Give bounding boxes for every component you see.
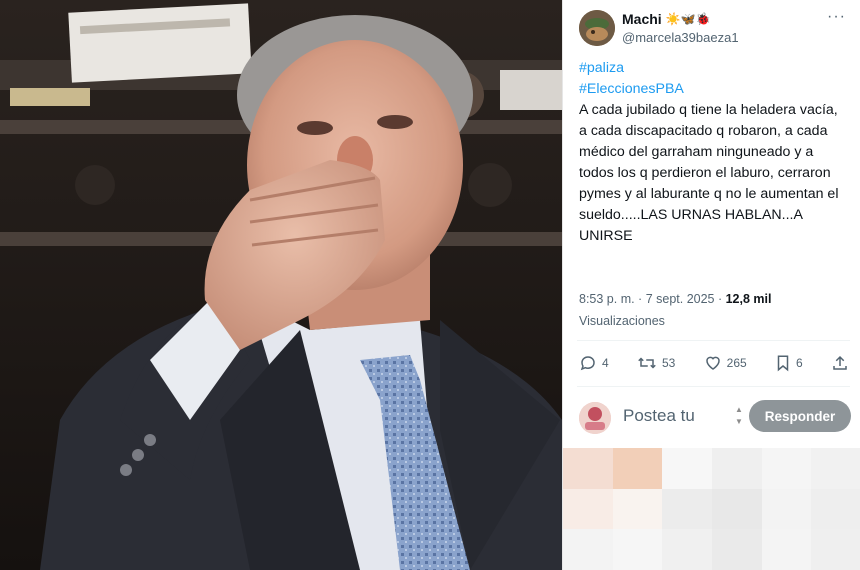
reply-count: 4 [602, 356, 609, 370]
blurred-replies [563, 448, 860, 570]
author-emojis: ☀️🦋🐞 [665, 12, 711, 26]
author-name[interactable]: Machi [622, 11, 662, 27]
user-avatar[interactable] [579, 402, 611, 434]
author-avatar[interactable] [579, 10, 615, 46]
share-action[interactable] [831, 354, 849, 372]
blur-tile [662, 529, 712, 570]
bookmark-count: 6 [795, 356, 803, 370]
more-options-icon[interactable]: ··· [827, 8, 846, 26]
blur-tile [761, 448, 812, 489]
divider [577, 386, 850, 387]
tweet-meta: 8:53 p. m. · 7 sept. 2025 · 12,8 mil Vis… [579, 288, 849, 332]
like-action[interactable]: 265 [704, 354, 747, 372]
blur-tile [612, 488, 663, 530]
tweet-body: A cada jubilado q tiene la heladera vací… [579, 102, 839, 244]
photo-image [0, 0, 562, 570]
author-name-row[interactable]: Machi ☀️🦋🐞 [622, 11, 711, 27]
blur-tile [662, 448, 712, 489]
views-count: 12,8 mil [725, 292, 772, 306]
blur-tile [811, 529, 860, 570]
blur-tile [712, 448, 762, 489]
bookmark-icon [777, 355, 789, 372]
divider [577, 340, 850, 341]
tweet-photo[interactable] [0, 0, 562, 570]
reply-composer: Postea tu ▲ ▼ Responder [577, 396, 851, 438]
blur-tile [811, 488, 860, 530]
avatar-image [579, 10, 615, 46]
like-count: 265 [726, 356, 747, 370]
reply-button[interactable]: Responder [749, 400, 851, 432]
views-label: Visualizaciones [579, 314, 665, 328]
scroll-stepper-icon[interactable]: ▲ ▼ [734, 404, 744, 430]
reply-action[interactable]: 4 [579, 354, 609, 372]
tweet-header: Machi ☀️🦋🐞 @marcela39baeza1 ··· [577, 8, 852, 48]
hashtag-link[interactable]: #EleccionesPBA [579, 79, 847, 100]
retweet-count: 53 [661, 356, 676, 370]
retweet-icon [638, 357, 656, 369]
tweet-panel: Machi ☀️🦋🐞 @marcela39baeza1 ··· #paliza … [562, 0, 860, 570]
blur-tile [811, 448, 860, 489]
retweet-action[interactable]: 53 [637, 354, 675, 372]
heart-icon [705, 356, 720, 370]
blur-tile [662, 488, 712, 530]
share-icon [833, 355, 847, 370]
blur-tile [761, 529, 812, 570]
blur-tile [563, 488, 613, 530]
bookmark-action[interactable]: 6 [775, 354, 803, 372]
blur-tile [563, 529, 613, 570]
blur-tile [761, 488, 812, 530]
reply-icon [580, 356, 595, 371]
action-bar: 4 53 265 6 [579, 352, 849, 374]
tweet-text: #paliza #EleccionesPBA A cada jubilado q… [579, 58, 847, 247]
avatar-image [579, 402, 611, 434]
author-handle[interactable]: @marcela39baeza1 [622, 30, 739, 45]
reply-input[interactable]: Postea tu [623, 406, 695, 426]
blur-tile [563, 448, 613, 489]
blur-tile [712, 529, 762, 570]
tweet-timestamp[interactable]: 8:53 p. m. · 7 sept. 2025 · [579, 292, 726, 306]
blur-tile [612, 448, 663, 489]
blur-tile [612, 529, 663, 570]
hashtag-link[interactable]: #paliza [579, 58, 847, 79]
blur-tile [712, 488, 762, 530]
